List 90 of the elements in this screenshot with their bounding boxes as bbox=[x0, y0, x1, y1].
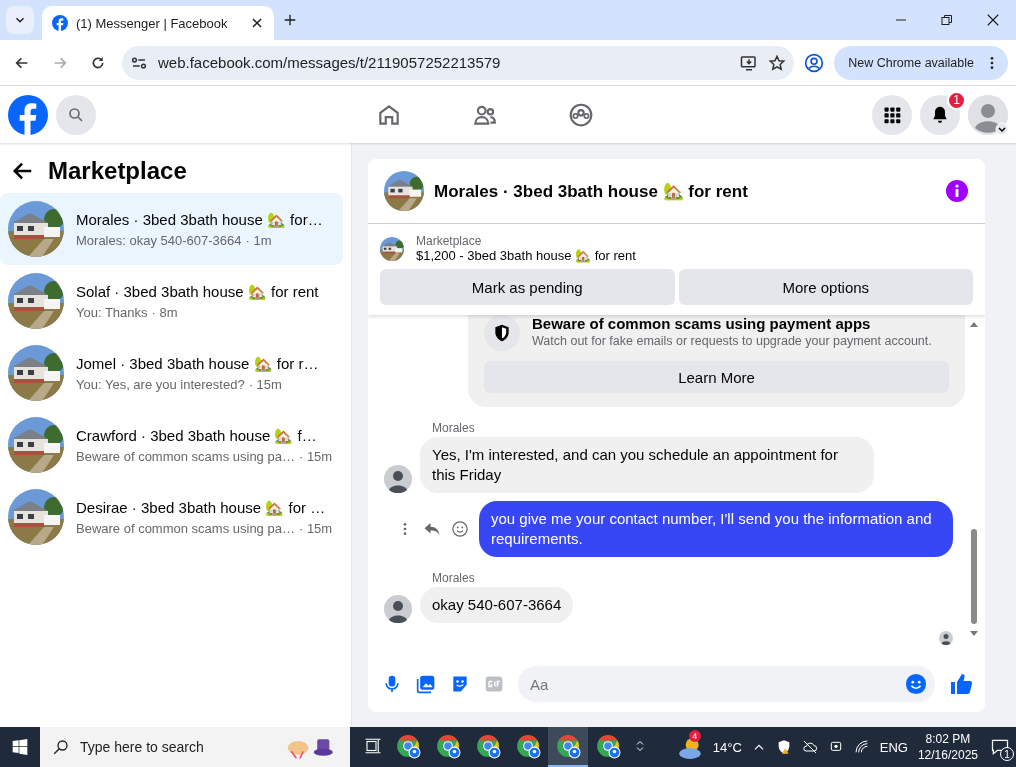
conversation-item[interactable]: Morales · 3bed 3bath house 🏡 for… Morales: okay 540-607-3664 · 1m bbox=[0, 193, 343, 265]
message-preview: You: Yes, are you interested? bbox=[76, 376, 245, 392]
emoji-icon bbox=[451, 520, 469, 538]
browser-icon bbox=[595, 733, 621, 759]
windows-logo-icon bbox=[12, 739, 28, 755]
browser-icon bbox=[515, 733, 541, 759]
address-bar[interactable]: web.facebook.com/messages/t/2119057252213579 bbox=[122, 45, 795, 80]
sidebar-title: Marketplace bbox=[48, 157, 187, 185]
message-time: · 8m bbox=[151, 304, 178, 320]
browser-icon bbox=[475, 733, 501, 759]
notice-text: Watch out for fake emails or requests to upgrade your payment account. bbox=[532, 334, 932, 348]
search-icon bbox=[52, 738, 70, 756]
notification-badge: 1 bbox=[947, 90, 966, 110]
avatar bbox=[384, 465, 412, 493]
taskbar-search[interactable]: Type here to search bbox=[40, 727, 350, 767]
account-button[interactable] bbox=[968, 94, 1008, 135]
plus-icon bbox=[282, 12, 298, 28]
browser-tab[interactable]: (1) Messenger | Facebook bbox=[42, 6, 274, 40]
listing-button[interactable]: More options bbox=[678, 269, 973, 305]
wifi-icon bbox=[853, 739, 870, 755]
profile-icon bbox=[968, 94, 1008, 135]
conversation-title: Morales · 3bed 3bath house 🏡 for… bbox=[76, 210, 323, 229]
message-time: · 15m bbox=[248, 376, 282, 392]
facebook-logo-icon bbox=[52, 15, 68, 31]
microphone-icon bbox=[382, 674, 402, 694]
sender-name: Morales bbox=[432, 421, 476, 435]
search-icon bbox=[67, 105, 85, 124]
learn-more-button[interactable]: Learn More bbox=[484, 361, 949, 393]
message-field[interactable]: Aa bbox=[518, 666, 935, 702]
conversation-title: Jomel · 3bed 3bath house 🏡 for r… bbox=[76, 354, 319, 373]
avatar bbox=[939, 631, 953, 645]
conversation-title: Desirae · 3bed 3bath house 🏡 for … bbox=[76, 498, 327, 517]
listing-title: $1,200 - 3bed 3bath house 🏡 for rent bbox=[416, 248, 636, 263]
info-icon bbox=[945, 179, 969, 203]
reload-icon bbox=[90, 54, 106, 71]
conversation-item[interactable]: Solaf · 3bed 3bath house 🏡 for rent You: Thanks · 8m bbox=[0, 265, 343, 337]
message-time: · 15m bbox=[298, 448, 333, 464]
conversation-title: Solaf · 3bed 3bath house 🏡 for rent bbox=[76, 282, 319, 301]
close-icon bbox=[986, 13, 1000, 27]
message-time: · 1m bbox=[245, 232, 272, 248]
notice-title: Beware of common scams using payment apps bbox=[532, 315, 872, 332]
message-time: · 15m bbox=[298, 520, 333, 536]
listing-button[interactable]: Mark as pending bbox=[380, 269, 675, 305]
browser-icon bbox=[435, 733, 461, 759]
emoji-icon bbox=[905, 673, 927, 695]
message-bubble: you give me your contact number, I'll send you the information and requirements. bbox=[479, 501, 953, 557]
facebook-logo-icon bbox=[8, 94, 48, 135]
sticker-icon bbox=[450, 674, 470, 694]
cloud-off-icon bbox=[801, 739, 818, 755]
search-button[interactable] bbox=[56, 94, 96, 135]
notification-center-icon bbox=[990, 737, 1010, 757]
message-preview: Beware of common scams using pa… bbox=[76, 448, 295, 464]
tab-title: (1) Messenger | Facebook bbox=[76, 15, 229, 31]
message-preview: Beware of common scams using pa… bbox=[76, 520, 295, 536]
task-view-icon bbox=[364, 736, 382, 755]
restore-icon bbox=[941, 14, 953, 26]
clock-date: 12/16/2025 bbox=[917, 747, 978, 763]
sender-name: Morales bbox=[432, 571, 476, 585]
groups-icon bbox=[568, 101, 594, 128]
chevrons-icon bbox=[634, 739, 646, 752]
temperature: 14°C bbox=[712, 739, 742, 755]
browser-icon bbox=[395, 733, 421, 759]
notification-count: 1 bbox=[1000, 747, 1014, 761]
close-icon bbox=[250, 16, 264, 30]
photo-icon bbox=[416, 674, 436, 694]
thumbs-up-icon bbox=[949, 672, 973, 696]
update-button[interactable]: New Chrome available bbox=[834, 45, 1008, 80]
avatar bbox=[384, 595, 412, 623]
back-arrow-icon bbox=[12, 160, 34, 182]
message-bubble: Yes, I'm interested, and can you schedule an appointment for this Friday bbox=[420, 437, 874, 493]
message-preview: Morales: okay 540-607-3664 bbox=[76, 232, 242, 248]
clock-time: 8:02 PM bbox=[924, 731, 972, 747]
install-icon bbox=[740, 53, 759, 72]
star-icon bbox=[768, 53, 787, 72]
menu-button[interactable] bbox=[872, 94, 912, 135]
listing-label: Marketplace bbox=[416, 234, 483, 248]
message-bubble: okay 540-607-3664 bbox=[420, 587, 574, 623]
conversation-item[interactable]: Jomel · 3bed 3bath house 🏡 for r… You: Yes, are you interested? · 15m bbox=[0, 337, 343, 409]
conversation-item[interactable]: Desirae · 3bed 3bath house 🏡 for … Beware of common scams using pa… · 15m bbox=[0, 481, 343, 553]
chat-title: Morales · 3bed 3bath house 🏡 for rent bbox=[434, 180, 749, 202]
gif-icon bbox=[484, 674, 504, 694]
conversation-item[interactable]: Crawford · 3bed 3bath house 🏡 f… Beware of common scams using pa… · 15m bbox=[0, 409, 343, 481]
weather-badge: 4 bbox=[688, 730, 701, 742]
message-preview: You: Thanks bbox=[76, 304, 148, 320]
taskbar-app[interactable] bbox=[548, 727, 588, 767]
shield-icon bbox=[492, 323, 512, 343]
conversation-title: Crawford · 3bed 3bath house 🏡 f… bbox=[76, 426, 318, 445]
profile-icon bbox=[804, 52, 825, 73]
language-indicator[interactable]: ENG bbox=[879, 739, 908, 755]
browser-icon bbox=[555, 733, 581, 759]
